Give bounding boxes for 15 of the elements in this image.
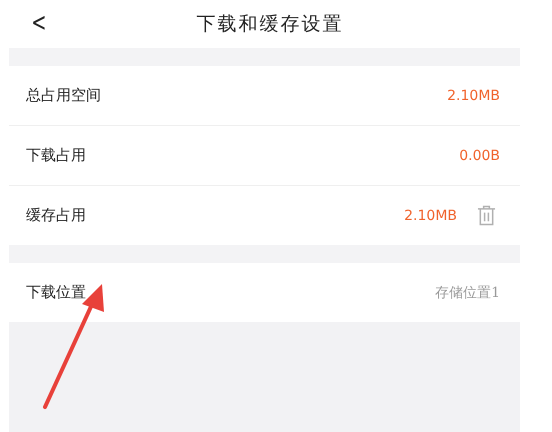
settings-row[interactable]: 缓存占用 2.10MB xyxy=(9,186,520,245)
trash-icon[interactable] xyxy=(477,205,496,226)
row-label: 下载位置 xyxy=(26,283,87,302)
back-button[interactable]: < xyxy=(27,8,51,38)
row-label: 总占用空间 xyxy=(26,86,102,105)
row-label: 下载占用 xyxy=(26,146,87,165)
size-value: 2.10MB xyxy=(404,208,457,224)
settings-row[interactable]: 下载位置 存储位置1 xyxy=(9,263,520,322)
settings-row[interactable]: 下载占用 0.00B xyxy=(9,126,520,186)
row-label: 缓存占用 xyxy=(26,206,87,225)
page-title: 下载和缓存设置 xyxy=(196,12,344,37)
size-value: 2.10MB xyxy=(447,88,500,104)
size-value: 0.00B xyxy=(459,148,500,164)
location-value: 存储位置1 xyxy=(435,284,500,302)
settings-row[interactable]: 总占用空间 2.10MB xyxy=(9,66,520,126)
